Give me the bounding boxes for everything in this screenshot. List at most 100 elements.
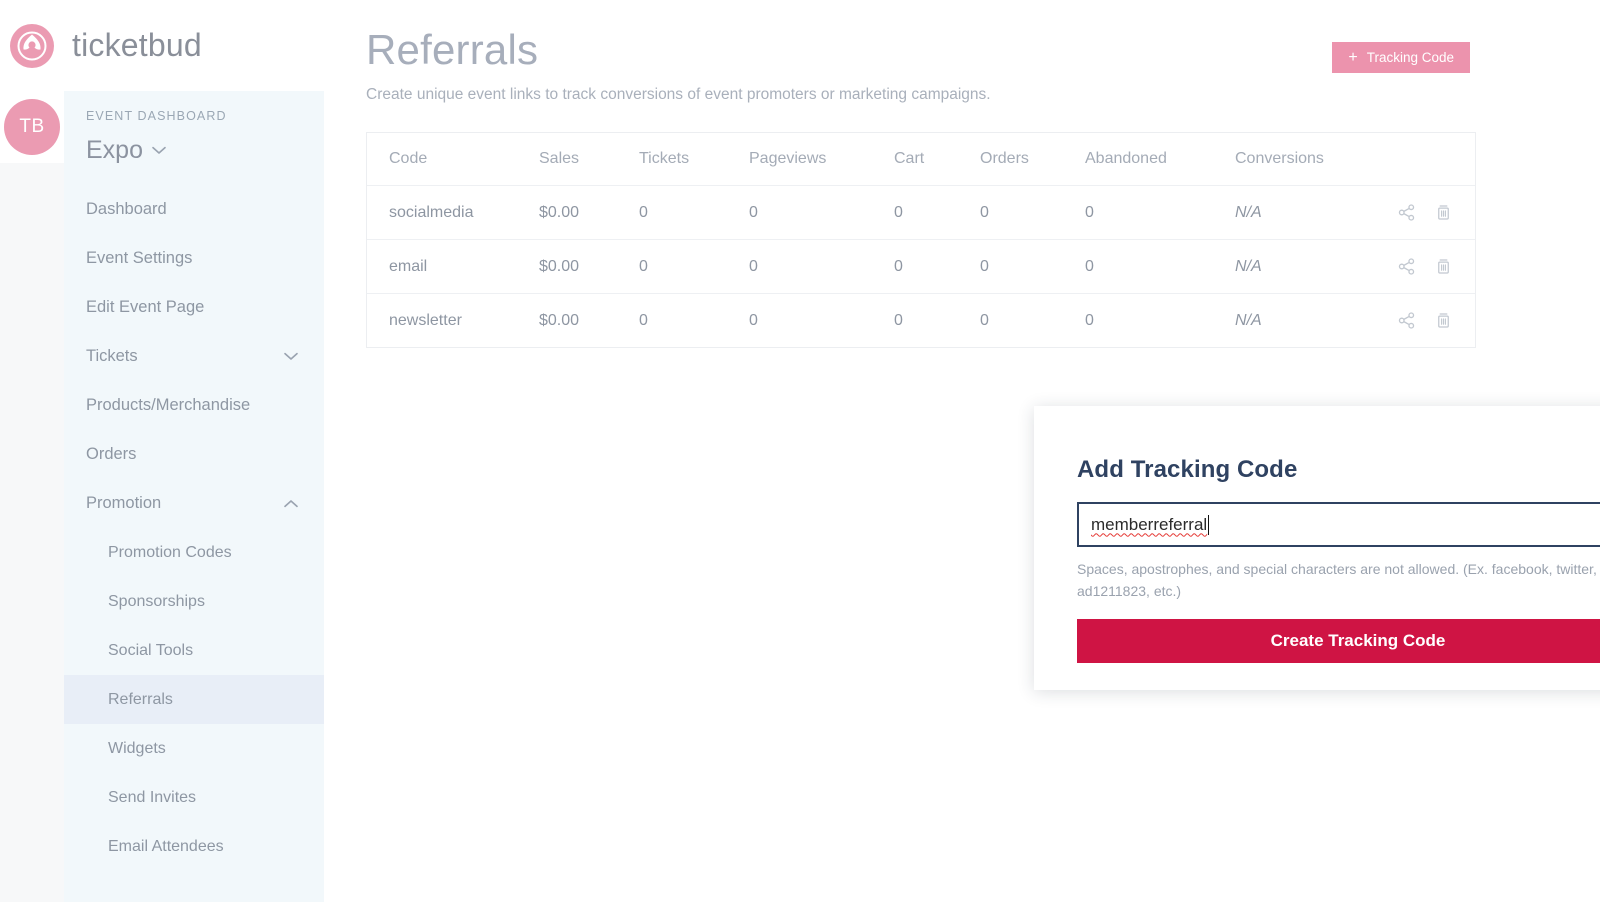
cell-abandoned: 0 xyxy=(1085,239,1235,295)
tracking-code-hint: Spaces, apostrophes, and special charact… xyxy=(1077,561,1597,599)
sidebar-item-promotion-codes[interactable]: Promotion Codes xyxy=(64,528,324,577)
add-tracking-code-modal: ✕ Add Tracking Code memberreferral Space… xyxy=(1034,406,1600,690)
sidebar-item-event-settings[interactable]: Event Settings xyxy=(64,234,324,283)
column-header-code: Code xyxy=(367,133,539,187)
sidebar-item-promotion[interactable]: Promotion xyxy=(64,479,324,528)
sidebar-item-tickets[interactable]: Tickets xyxy=(64,332,324,381)
row-action-group xyxy=(1395,257,1475,276)
cell-orders: 0 xyxy=(980,311,989,329)
sidebar-item-label: Edit Event Page xyxy=(86,298,205,316)
cell-sales: $0.00 xyxy=(539,311,580,329)
table-header-row: Code Sales Tickets Pageviews Cart Orders Aband… xyxy=(367,133,1475,187)
table-row: email $0.00 0 0 0 0 0 N/A xyxy=(367,239,1475,295)
sidebar-item-social-tools[interactable]: Social Tools xyxy=(64,626,324,675)
page-subtitle: Create unique event links to track conve… xyxy=(366,86,991,104)
column-header-abandoned: Abandoned xyxy=(1085,133,1235,187)
sidebar-item-label: Referrals xyxy=(108,690,173,708)
cell-conversions: N/A xyxy=(1235,185,1395,241)
cell-orders: 0 xyxy=(980,185,1085,241)
sidebar-item-list: Dashboard Event Settings Edit Event Page Ti… xyxy=(64,185,324,871)
sidebar-item-label: Email Attendees xyxy=(108,837,224,855)
cell-cart: 0 xyxy=(894,185,980,241)
column-header-actions xyxy=(1395,133,1475,187)
add-tracking-code-label: Tracking Code xyxy=(1366,50,1454,65)
sidebar-item-label: Send Invites xyxy=(108,788,197,806)
ticketbud-bud-logo-icon xyxy=(10,23,54,68)
cell-orders: 0 xyxy=(980,239,1085,295)
sidebar-item-send-invites[interactable]: Send Invites xyxy=(64,773,324,822)
tracking-code-input-value: memberreferral xyxy=(1091,514,1208,534)
cell-code: socialmedia xyxy=(367,185,539,241)
sidebar-brand[interactable]: ticketbud xyxy=(64,0,324,91)
app-root: TB ticketbud EVENT DASHBOARD Expo Dashbo… xyxy=(0,0,1600,902)
sidebar-item-label: Promotion Codes xyxy=(108,543,232,561)
trash-icon[interactable] xyxy=(1434,311,1453,330)
sidebar-nav: EVENT DASHBOARD Expo Dashboard Event Sett… xyxy=(64,91,324,871)
sidebar-item-label: Tickets xyxy=(86,347,138,365)
column-header-orders: Orders xyxy=(980,133,1085,187)
table-row: socialmedia $0.00 0 0 0 0 0 N/A xyxy=(367,185,1475,241)
trash-icon[interactable] xyxy=(1434,257,1453,276)
row-action-group xyxy=(1395,311,1475,330)
cell-cart: 0 xyxy=(894,239,980,295)
column-header-conversions: Conversions xyxy=(1235,133,1395,187)
chevron-down-icon xyxy=(152,146,166,155)
sidebar-item-label: Promotion xyxy=(86,494,162,512)
event-switcher[interactable]: Expo xyxy=(64,136,324,165)
cell-conversions: N/A xyxy=(1235,311,1262,329)
table-body: socialmedia $0.00 0 0 0 0 0 N/A email $0.00 0 0 0 0 0 N… xyxy=(367,185,1475,348)
sidebar-item-orders[interactable]: Orders xyxy=(64,430,324,479)
tracking-code-input[interactable]: memberreferral xyxy=(1077,502,1600,547)
sidebar-item-edit-event-page[interactable]: Edit Event Page xyxy=(64,283,324,332)
sidebar-item-widgets[interactable]: Widgets xyxy=(64,724,324,773)
cell-pageviews: 0 xyxy=(749,239,894,295)
sidebar-item-referrals[interactable]: Referrals xyxy=(64,675,324,724)
cell-code: email xyxy=(367,239,539,295)
cell-pageviews: 0 xyxy=(749,311,758,329)
cell-actions xyxy=(1395,239,1475,295)
cell-pageviews: 0 xyxy=(749,185,894,241)
sidebar-item-label: Social Tools xyxy=(108,641,194,659)
sidebar-item-label: Dashboard xyxy=(86,200,167,218)
cell-tickets: 0 xyxy=(639,185,749,241)
sidebar: ticketbud EVENT DASHBOARD Expo Dashboard… xyxy=(64,0,324,902)
main-content: Referrals Create unique event links to t… xyxy=(324,0,1600,902)
create-tracking-code-button[interactable]: Create Tracking Code xyxy=(1077,619,1600,664)
avatar-cell[interactable]: TB xyxy=(0,91,64,163)
avatar[interactable]: TB xyxy=(4,99,60,155)
sidebar-item-products-merchandise[interactable]: Products/Merchandise xyxy=(64,381,324,430)
sidebar-section-label: EVENT DASHBOARD xyxy=(86,109,227,123)
cell-tickets: 0 xyxy=(639,311,648,329)
column-header-cart: Cart xyxy=(894,133,980,187)
column-header-tickets: Tickets xyxy=(639,133,749,187)
referrals-table: Code Sales Tickets Pageviews Cart Orders Aband… xyxy=(366,132,1476,349)
share-icon[interactable] xyxy=(1397,257,1416,276)
sidebar-item-email-attendees[interactable]: Email Attendees xyxy=(64,822,324,871)
cell-sales: $0.00 xyxy=(539,239,639,295)
cell-tickets: 0 xyxy=(639,239,749,295)
share-icon[interactable] xyxy=(1397,203,1416,222)
sidebar-item-label: Event Settings xyxy=(86,249,193,267)
sidebar-item-label: Products/Merchandise xyxy=(86,396,251,414)
add-tracking-code-button[interactable]: + Tracking Code xyxy=(1332,42,1470,73)
cell-code: newsletter xyxy=(389,311,462,329)
logo-cell xyxy=(0,0,64,91)
trash-icon[interactable] xyxy=(1434,203,1453,222)
plus-icon: + xyxy=(1348,48,1358,66)
sidebar-item-sponsorships[interactable]: Sponsorships xyxy=(64,577,324,626)
left-rail: TB xyxy=(0,0,64,902)
column-header-pageviews: Pageviews xyxy=(749,133,894,187)
chevron-up-icon xyxy=(284,499,298,508)
cell-sales: $0.00 xyxy=(539,185,639,241)
sidebar-item-label: Sponsorships xyxy=(108,592,205,610)
row-action-group xyxy=(1395,203,1475,222)
brand-name: ticketbud xyxy=(72,27,202,63)
cell-cart: 0 xyxy=(894,311,903,329)
text-caret xyxy=(1208,514,1210,535)
modal-body: Add Tracking Code memberreferral Spaces,… xyxy=(1034,406,1600,664)
cell-conversions: N/A xyxy=(1235,239,1395,295)
modal-title: Add Tracking Code xyxy=(1077,456,1298,483)
share-icon[interactable] xyxy=(1397,311,1416,330)
sidebar-item-dashboard[interactable]: Dashboard xyxy=(64,185,324,234)
event-name: Expo xyxy=(86,136,143,164)
